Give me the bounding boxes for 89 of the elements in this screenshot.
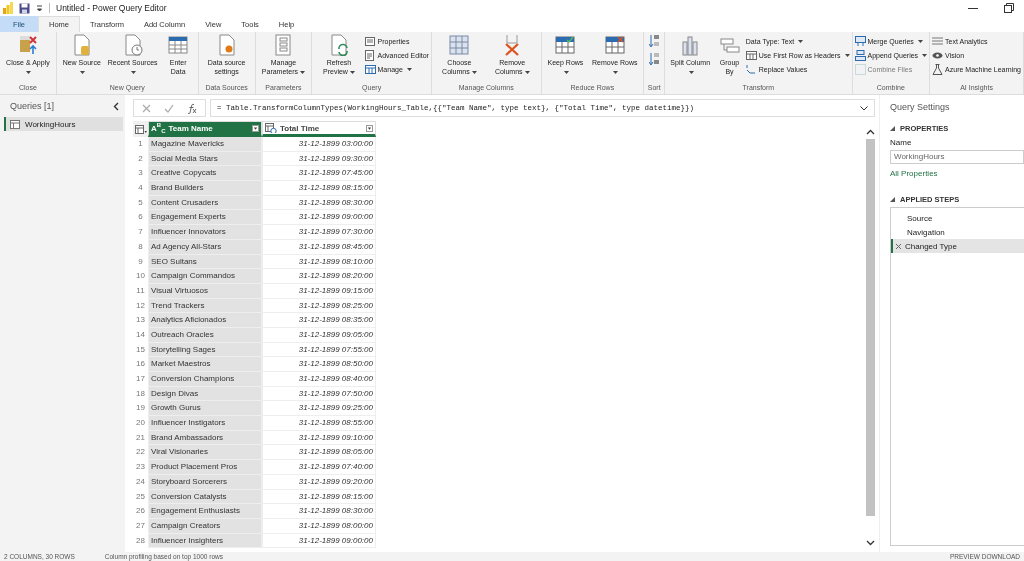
query-item[interactable]: WorkingHours	[4, 117, 123, 131]
table-cell: 31-12-1899 08:55:00	[262, 416, 376, 431]
pane-title: Queries [1]	[10, 101, 55, 111]
check-icon[interactable]	[164, 103, 174, 113]
table-cell: 31-12-1899 09:30:00	[262, 151, 376, 167]
table-cell: Viral Visionaries	[148, 445, 262, 461]
table-cell: Creative Copycats	[148, 166, 262, 182]
date-time-type-icon	[265, 123, 277, 133]
table-icon	[364, 63, 376, 75]
applied-step[interactable]: Source	[891, 211, 1024, 225]
app-logo-icon	[3, 2, 13, 14]
properties-icon	[364, 35, 376, 47]
column-header[interactable]: Total Time	[262, 121, 376, 137]
table-cell: 31-12-1899 08:35:00	[262, 313, 376, 328]
table-menu-button[interactable]	[133, 121, 148, 137]
append-icon	[854, 49, 866, 61]
table-cell: 31-12-1899 09:20:00	[262, 474, 376, 490]
table-cell: 31-12-1899 08:30:00	[262, 504, 376, 519]
sort-descending-button[interactable]	[649, 52, 660, 66]
table-cell: Growth Gurus	[148, 401, 262, 417]
function-icon	[187, 102, 197, 114]
table-cell: Engagement Enthusiasts	[148, 504, 262, 519]
table-cell: 31-12-1899 08:20:00	[262, 269, 376, 284]
table-cell: 31-12-1899 09:05:00	[262, 327, 376, 343]
customize-dropdown-icon	[36, 4, 43, 12]
table-cell: 31-12-1899 08:05:00	[262, 445, 376, 461]
all-properties-link[interactable]: All Properties	[890, 169, 1024, 178]
replace-icon	[745, 63, 757, 75]
collapse-icon[interactable]	[890, 126, 895, 131]
split-column-icon	[680, 34, 701, 56]
field-label: Name	[890, 138, 913, 147]
table-cell: Magazine Mavericks	[148, 137, 262, 152]
table-cell: 31-12-1899 09:00:00	[262, 533, 376, 549]
collapse-icon[interactable]	[890, 197, 895, 202]
scroll-up-icon	[865, 129, 875, 135]
column-header[interactable]: A$^{B}$$_{C}$ Team Name	[148, 121, 262, 137]
table-cell: Conversion Champions	[148, 372, 262, 387]
name-field[interactable]: WorkingHours	[890, 150, 1024, 164]
table-cell: 31-12-1899 07:40:00	[262, 460, 376, 475]
expand-icon	[860, 105, 868, 111]
table-cell: 31-12-1899 08:45:00	[262, 239, 376, 255]
scroll-down-icon	[865, 540, 875, 546]
table-cell: 31-12-1899 07:55:00	[262, 342, 376, 358]
filter-dropdown-icon[interactable]	[252, 124, 259, 132]
table-cell: 31-12-1899 08:15:00	[262, 489, 376, 505]
pane-title: Query Settings	[890, 101, 951, 114]
table-cell: Market Maestros	[148, 357, 262, 372]
lines-icon	[932, 35, 944, 47]
table-cell: 31-12-1899 09:10:00	[262, 430, 376, 446]
table-cell: 31-12-1899 08:40:00	[262, 372, 376, 387]
window-title: Untitled - Power Query Editor	[56, 3, 167, 13]
document-icon	[364, 49, 376, 61]
sort-ascending-button[interactable]	[649, 34, 660, 48]
table-cell: 31-12-1899 03:00:00	[262, 137, 376, 152]
table-cell: Analytics Aficionados	[148, 313, 262, 328]
sort-ascending-icon	[649, 34, 660, 48]
sort-descending-icon	[649, 52, 660, 66]
table-cell: Product Placement Pros	[148, 460, 262, 475]
table-cell: 31-12-1899 09:15:00	[262, 283, 376, 299]
table-cell: Engagement Experts	[148, 210, 262, 226]
table-cell: 31-12-1899 09:25:00	[262, 401, 376, 417]
table-icon	[134, 124, 147, 134]
table-cell: 31-12-1899 08:15:00	[262, 181, 376, 196]
filter-dropdown-icon[interactable]	[366, 124, 373, 132]
table-cell: Campaign Commandos	[148, 269, 262, 284]
table-cell: 31-12-1899 08:50:00	[262, 357, 376, 372]
table-cell: Brand Builders	[148, 181, 262, 196]
restore-icon[interactable]	[1004, 3, 1014, 13]
table-cell: Influencer Innovators	[148, 225, 262, 240]
table-icon	[745, 49, 757, 61]
applied-step[interactable]: Changed Type	[891, 239, 1024, 253]
delete-icon[interactable]	[895, 242, 902, 250]
table-icon	[10, 119, 20, 129]
table-cell: 31-12-1899 08:25:00	[262, 298, 376, 314]
cancel-icon[interactable]	[142, 103, 151, 113]
table-cell: Influencer Instigators	[148, 416, 262, 431]
flask-icon	[932, 63, 944, 75]
collapse-icon[interactable]	[113, 101, 119, 111]
table-cell: 31-12-1899 08:10:00	[262, 254, 376, 270]
columns-grid-icon	[449, 34, 470, 56]
table-cell: 31-12-1899 09:00:00	[262, 210, 376, 226]
files-icon	[854, 63, 866, 75]
applied-step[interactable]: Navigation	[891, 225, 1024, 239]
table-cell: 31-12-1899 07:45:00	[262, 166, 376, 182]
table-cell: 31-12-1899 08:30:00	[262, 195, 376, 211]
merge-icon	[854, 35, 866, 47]
table-cell: 31-12-1899 07:50:00	[262, 386, 376, 402]
table-cell: 31-12-1899 07:30:00	[262, 225, 376, 240]
table-cell: 31-12-1899 08:00:00	[262, 518, 376, 534]
